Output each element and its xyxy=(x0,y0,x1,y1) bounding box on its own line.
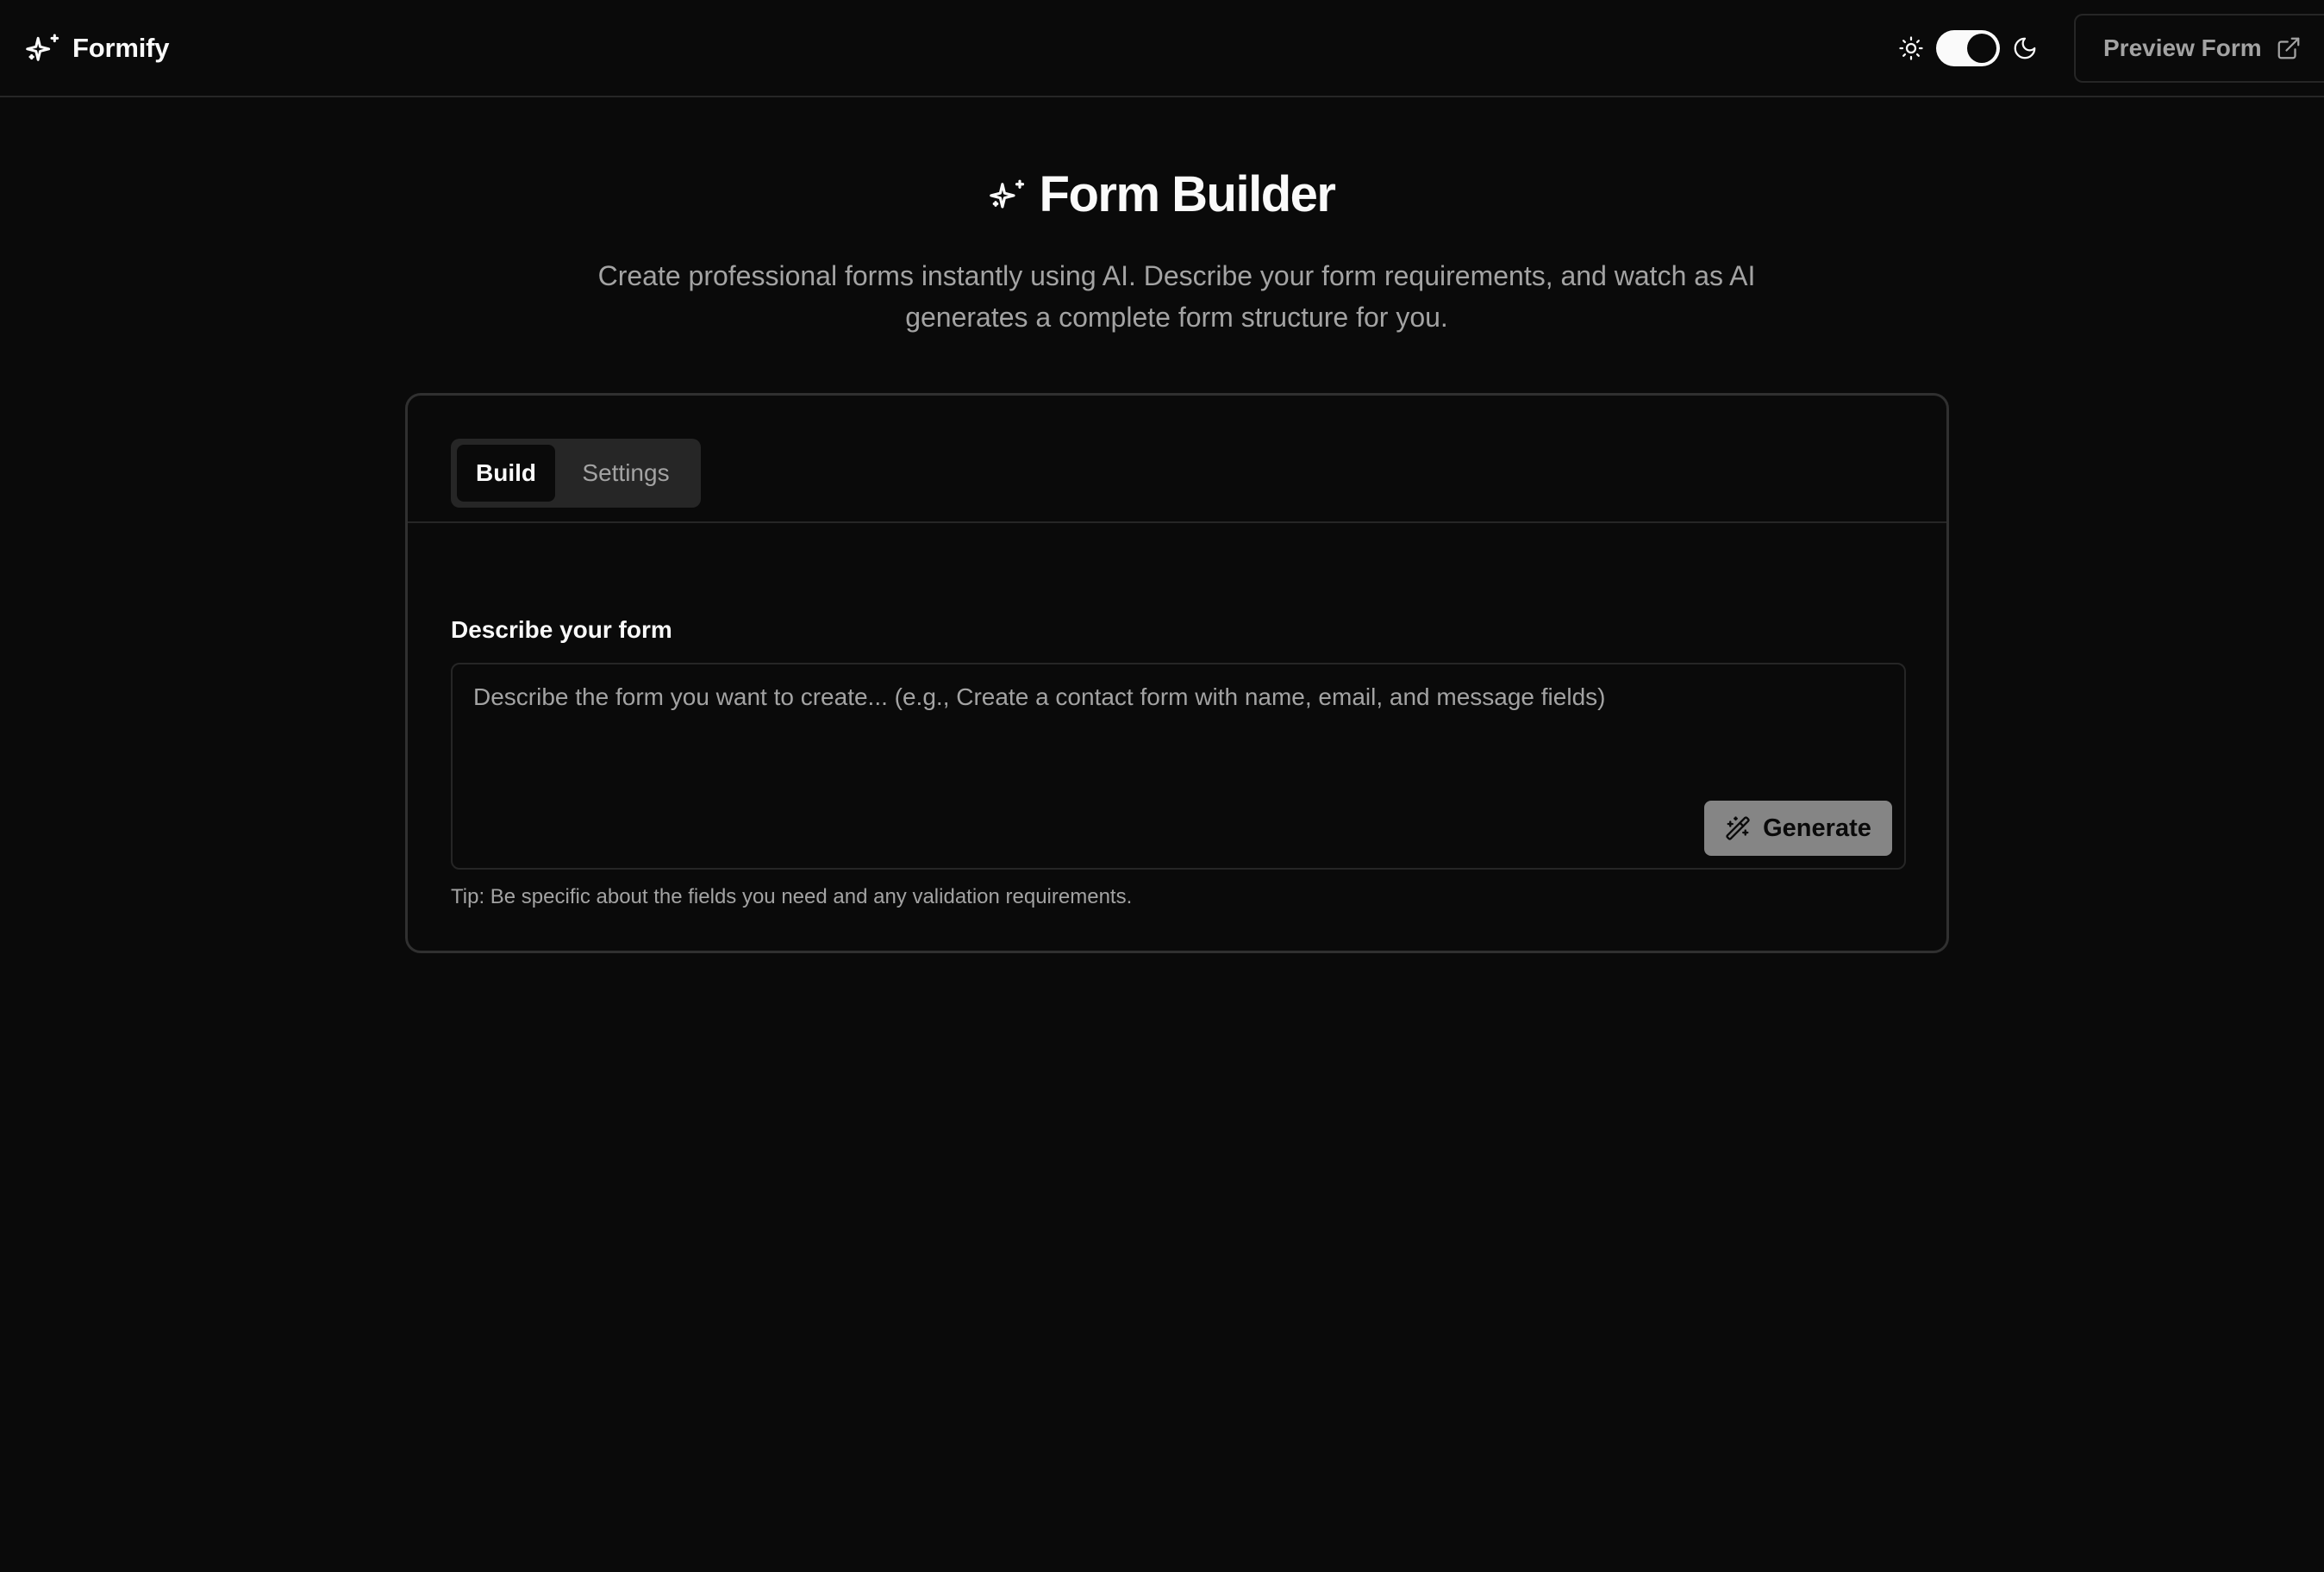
generate-label: Generate xyxy=(1763,814,1871,842)
moon-icon xyxy=(2014,37,2036,59)
page-title: Form Builder xyxy=(0,165,2324,223)
preview-form-label: Preview Form xyxy=(2103,34,2262,61)
brand-name: Formify xyxy=(72,33,170,63)
tab-settings[interactable]: Settings xyxy=(559,445,693,502)
theme-toggle-knob xyxy=(1967,34,1996,63)
prompt-label: Describe your form xyxy=(451,616,672,643)
tab-list: Build Settings xyxy=(451,439,701,508)
sparkles-icon xyxy=(989,179,1024,209)
preview-form-button[interactable]: Preview Form xyxy=(2074,14,2324,83)
sparkles-icon xyxy=(26,34,59,61)
tip-text: Tip: Be specific about the fields you ne… xyxy=(451,885,1133,908)
tab-build[interactable]: Build xyxy=(457,445,555,502)
form-builder-card: Build Settings Describe your form Genera… xyxy=(405,393,1949,953)
prompt-field: Generate xyxy=(451,663,1906,870)
top-bar: Formify Preview Form xyxy=(0,0,2324,97)
generate-button[interactable]: Generate xyxy=(1704,801,1892,856)
divider xyxy=(408,521,1946,523)
sun-icon xyxy=(1899,36,1923,60)
page-description: Create professional forms instantly usin… xyxy=(597,260,1756,333)
page-title-text: Form Builder xyxy=(1039,166,1336,222)
external-link-icon xyxy=(2277,37,2300,59)
theme-toggle[interactable] xyxy=(1936,30,2000,66)
wand-sparkles-icon xyxy=(1726,816,1750,840)
prompt-textarea[interactable] xyxy=(453,664,1904,868)
brand[interactable]: Formify xyxy=(26,29,169,67)
theme-switcher xyxy=(1898,29,2038,67)
